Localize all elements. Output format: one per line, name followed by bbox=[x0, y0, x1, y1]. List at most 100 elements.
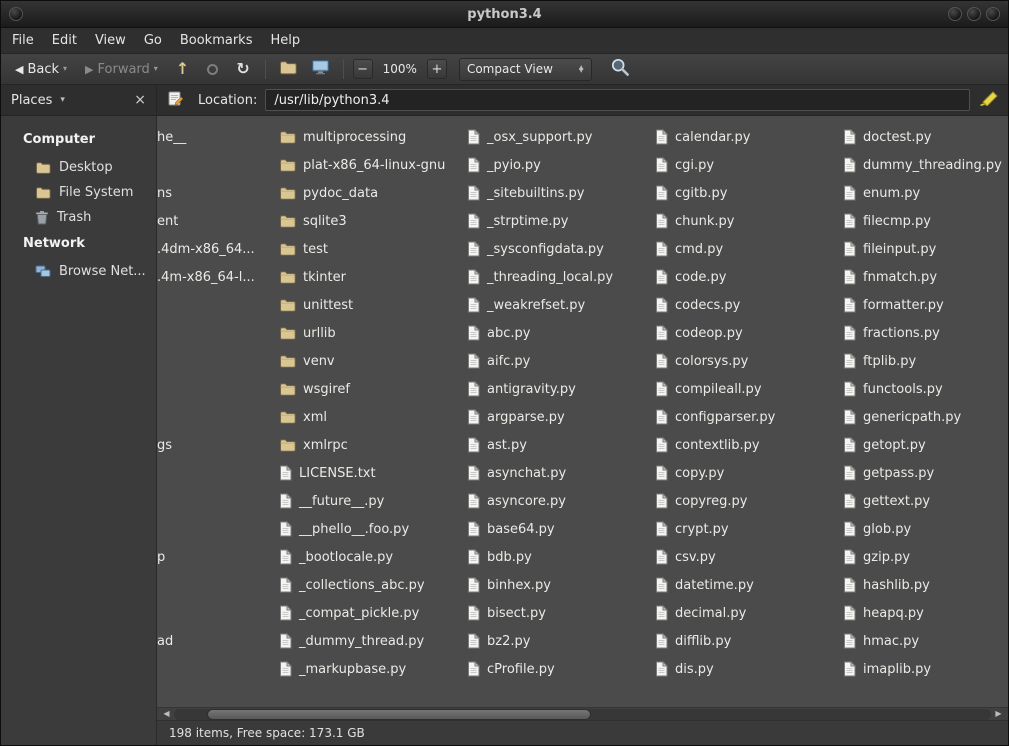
scroll-right-icon[interactable]: ▶ bbox=[991, 710, 1006, 718]
menu-view[interactable]: View bbox=[86, 29, 135, 52]
file-item[interactable]: copy.py bbox=[647, 459, 835, 487]
file-item[interactable]: antigravity.py bbox=[459, 375, 647, 403]
file-item[interactable]: .4dm-x86_64... bbox=[157, 235, 271, 263]
file-item[interactable]: glob.py bbox=[835, 515, 1008, 543]
file-item[interactable]: decimal.py bbox=[647, 599, 835, 627]
file-item[interactable]: bisect.py bbox=[459, 599, 647, 627]
sidebar-item-desktop[interactable]: Desktop bbox=[1, 155, 156, 180]
file-item[interactable]: _strptime.py bbox=[459, 207, 647, 235]
window-menu-button[interactable] bbox=[9, 7, 23, 21]
file-item[interactable]: wsgiref bbox=[271, 375, 459, 403]
forward-button[interactable]: ▶ Forward ▾ bbox=[79, 59, 164, 80]
close-button[interactable] bbox=[986, 7, 1000, 21]
file-item[interactable]: datetime.py bbox=[647, 571, 835, 599]
menu-edit[interactable]: Edit bbox=[43, 29, 86, 52]
file-item[interactable]: fileinput.py bbox=[835, 235, 1008, 263]
file-item[interactable]: _sysconfigdata.py bbox=[459, 235, 647, 263]
file-item[interactable]: ns bbox=[157, 179, 271, 207]
file-item[interactable]: formatter.py bbox=[835, 291, 1008, 319]
file-item[interactable]: dis.py bbox=[647, 655, 835, 683]
file-item[interactable]: he__ bbox=[157, 123, 271, 151]
menu-help[interactable]: Help bbox=[261, 29, 309, 52]
file-item[interactable]: __future__.py bbox=[271, 487, 459, 515]
file-item[interactable]: filecmp.py bbox=[835, 207, 1008, 235]
minimize-button[interactable] bbox=[948, 7, 962, 21]
file-item[interactable]: argparse.py bbox=[459, 403, 647, 431]
file-item[interactable]: cgi.py bbox=[647, 151, 835, 179]
sidebar-item-file-system[interactable]: File System bbox=[1, 180, 156, 205]
file-item[interactable]: imaplib.py bbox=[835, 655, 1008, 683]
file-item[interactable]: cmd.py bbox=[647, 235, 835, 263]
file-item[interactable]: gzip.py bbox=[835, 543, 1008, 571]
file-item[interactable]: contextlib.py bbox=[647, 431, 835, 459]
file-item[interactable]: cProfile.py bbox=[459, 655, 647, 683]
file-item[interactable]: copyreg.py bbox=[647, 487, 835, 515]
up-button[interactable]: ↑ bbox=[170, 58, 195, 80]
file-item[interactable]: heapq.py bbox=[835, 599, 1008, 627]
file-item[interactable]: _pyio.py bbox=[459, 151, 647, 179]
file-item[interactable]: _compat_pickle.py bbox=[271, 599, 459, 627]
file-item[interactable]: hashlib.py bbox=[835, 571, 1008, 599]
file-item[interactable]: base64.py bbox=[459, 515, 647, 543]
file-item[interactable]: crypt.py bbox=[647, 515, 835, 543]
file-item[interactable]: bz2.py bbox=[459, 627, 647, 655]
file-item[interactable]: asynchat.py bbox=[459, 459, 647, 487]
edit-path-button[interactable] bbox=[163, 87, 188, 114]
open-terminal-button[interactable] bbox=[307, 56, 334, 82]
file-item[interactable]: p bbox=[157, 543, 271, 571]
file-item[interactable]: abc.py bbox=[459, 319, 647, 347]
stop-button[interactable] bbox=[201, 61, 224, 78]
file-item[interactable]: cgitb.py bbox=[647, 179, 835, 207]
file-item[interactable]: .4m-x86_64-l... bbox=[157, 263, 271, 291]
file-item[interactable]: ftplib.py bbox=[835, 347, 1008, 375]
file-item[interactable]: _bootlocale.py bbox=[271, 543, 459, 571]
zoom-in-button[interactable]: + bbox=[427, 59, 447, 79]
scrollbar-track[interactable] bbox=[174, 709, 991, 720]
file-item[interactable]: _sitebuiltins.py bbox=[459, 179, 647, 207]
file-item[interactable]: fnmatch.py bbox=[835, 263, 1008, 291]
menu-file[interactable]: File bbox=[3, 29, 43, 52]
file-item[interactable]: chunk.py bbox=[647, 207, 835, 235]
file-item[interactable]: sqlite3 bbox=[271, 207, 459, 235]
file-item[interactable]: ent bbox=[157, 207, 271, 235]
file-item[interactable]: enum.py bbox=[835, 179, 1008, 207]
sidebar-item-browse-network[interactable]: Browse Net... bbox=[1, 259, 156, 284]
back-button[interactable]: ◀ Back ▾ bbox=[9, 59, 73, 80]
file-item[interactable]: getopt.py bbox=[835, 431, 1008, 459]
file-item[interactable]: _osx_support.py bbox=[459, 123, 647, 151]
file-item[interactable]: aifc.py bbox=[459, 347, 647, 375]
file-item[interactable]: __phello__.foo.py bbox=[271, 515, 459, 543]
file-item[interactable]: _dummy_thread.py bbox=[271, 627, 459, 655]
file-item[interactable]: xmlrpc bbox=[271, 431, 459, 459]
file-item[interactable]: csv.py bbox=[647, 543, 835, 571]
new-folder-button[interactable] bbox=[275, 57, 301, 82]
file-item[interactable]: calendar.py bbox=[647, 123, 835, 151]
zoom-out-button[interactable]: − bbox=[353, 59, 373, 79]
scroll-left-icon[interactable]: ◀ bbox=[159, 710, 174, 718]
scrollbar-thumb[interactable] bbox=[207, 709, 591, 720]
location-input[interactable] bbox=[265, 89, 970, 111]
file-item[interactable]: ast.py bbox=[459, 431, 647, 459]
file-item[interactable]: codeop.py bbox=[647, 319, 835, 347]
file-item[interactable]: hmac.py bbox=[835, 627, 1008, 655]
file-item[interactable]: LICENSE.txt bbox=[271, 459, 459, 487]
file-item[interactable]: doctest.py bbox=[835, 123, 1008, 151]
file-item[interactable]: ad bbox=[157, 627, 271, 655]
file-item[interactable]: getpass.py bbox=[835, 459, 1008, 487]
file-item[interactable]: gs bbox=[157, 431, 271, 459]
file-item[interactable]: binhex.py bbox=[459, 571, 647, 599]
file-item[interactable]: dummy_threading.py bbox=[835, 151, 1008, 179]
file-item[interactable]: unittest bbox=[271, 291, 459, 319]
menu-bookmarks[interactable]: Bookmarks bbox=[171, 29, 262, 52]
file-item[interactable]: fractions.py bbox=[835, 319, 1008, 347]
places-dropdown-icon[interactable]: ▾ bbox=[60, 95, 65, 105]
file-item[interactable]: code.py bbox=[647, 263, 835, 291]
file-item[interactable]: _threading_local.py bbox=[459, 263, 647, 291]
file-item[interactable]: _collections_abc.py bbox=[271, 571, 459, 599]
file-item[interactable]: _markupbase.py bbox=[271, 655, 459, 683]
file-item[interactable]: test bbox=[271, 235, 459, 263]
file-item[interactable]: genericpath.py bbox=[835, 403, 1008, 431]
file-item[interactable]: venv bbox=[271, 347, 459, 375]
reload-button[interactable]: ↻ bbox=[230, 58, 255, 80]
file-item[interactable]: functools.py bbox=[835, 375, 1008, 403]
